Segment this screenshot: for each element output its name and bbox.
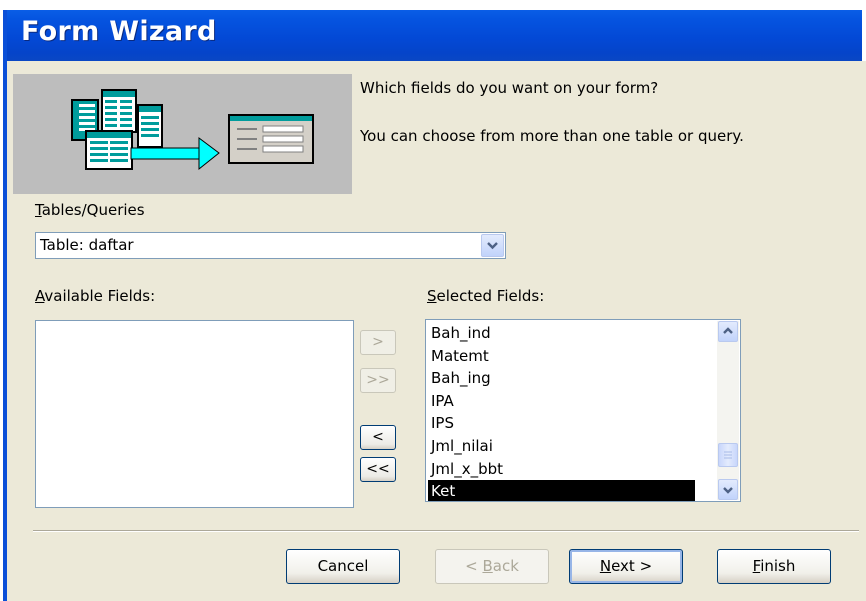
tables-queries-value: Table: daftar: [40, 236, 134, 254]
back-button[interactable]: < Back: [435, 549, 549, 584]
selected-fields-label: Selected Fields:: [427, 287, 545, 305]
separator: [33, 530, 859, 532]
chevron-down-icon: [723, 487, 733, 494]
dialog-client-area: Which fields do you want on your form? Y…: [7, 61, 866, 601]
grip-icon: [724, 451, 732, 459]
scroll-thumb[interactable]: [718, 443, 738, 467]
list-item[interactable]: IPS: [428, 412, 695, 435]
scroll-up-button[interactable]: [718, 321, 738, 342]
list-item[interactable]: Jml_nilai: [428, 435, 695, 458]
title-bar[interactable]: Form Wizard: [7, 10, 862, 61]
list-item-selected[interactable]: Ket: [428, 480, 695, 501]
list-item[interactable]: Matemt: [428, 345, 695, 368]
wizard-illustration: [13, 74, 352, 194]
available-fields-list[interactable]: [35, 320, 354, 508]
next-button[interactable]: Next >: [569, 549, 683, 584]
tables-queries-label: Tables/Queries: [35, 201, 145, 219]
scroll-down-button[interactable]: [718, 479, 738, 500]
vertical-scrollbar[interactable]: [717, 321, 739, 500]
tables-queries-dropdown[interactable]: Table: daftar: [35, 232, 506, 259]
hint-text: You can choose from more than one table …: [360, 127, 744, 145]
form-wizard-window: Form Wizard Which fields do you want on …: [0, 0, 866, 601]
cancel-button[interactable]: Cancel: [286, 549, 400, 584]
list-item[interactable]: Bah_ind: [428, 322, 695, 345]
chevron-down-icon: [487, 242, 498, 250]
selected-fields-items: Bah_ind Matemt Bah_ing IPA IPS Jml_nilai…: [428, 322, 695, 501]
form-icon: [228, 114, 314, 164]
finish-button[interactable]: Finish: [717, 549, 831, 584]
question-text: Which fields do you want on your form?: [360, 79, 659, 97]
list-item[interactable]: Bah_ing: [428, 367, 695, 390]
dropdown-button[interactable]: [481, 234, 504, 257]
remove-all-fields-button[interactable]: <<: [360, 457, 396, 482]
chevron-up-icon: [723, 327, 733, 334]
selected-fields-list[interactable]: Bah_ind Matemt Bah_ing IPA IPS Jml_nilai…: [425, 319, 741, 502]
add-field-button[interactable]: >: [360, 330, 396, 355]
list-item[interactable]: Jml_x_bbt: [428, 458, 695, 481]
list-item[interactable]: IPA: [428, 390, 695, 413]
window-title: Form Wizard: [21, 16, 217, 47]
add-all-fields-button[interactable]: >>: [360, 368, 396, 393]
remove-field-button[interactable]: <: [360, 425, 396, 450]
available-fields-label: Available Fields:: [35, 287, 156, 305]
